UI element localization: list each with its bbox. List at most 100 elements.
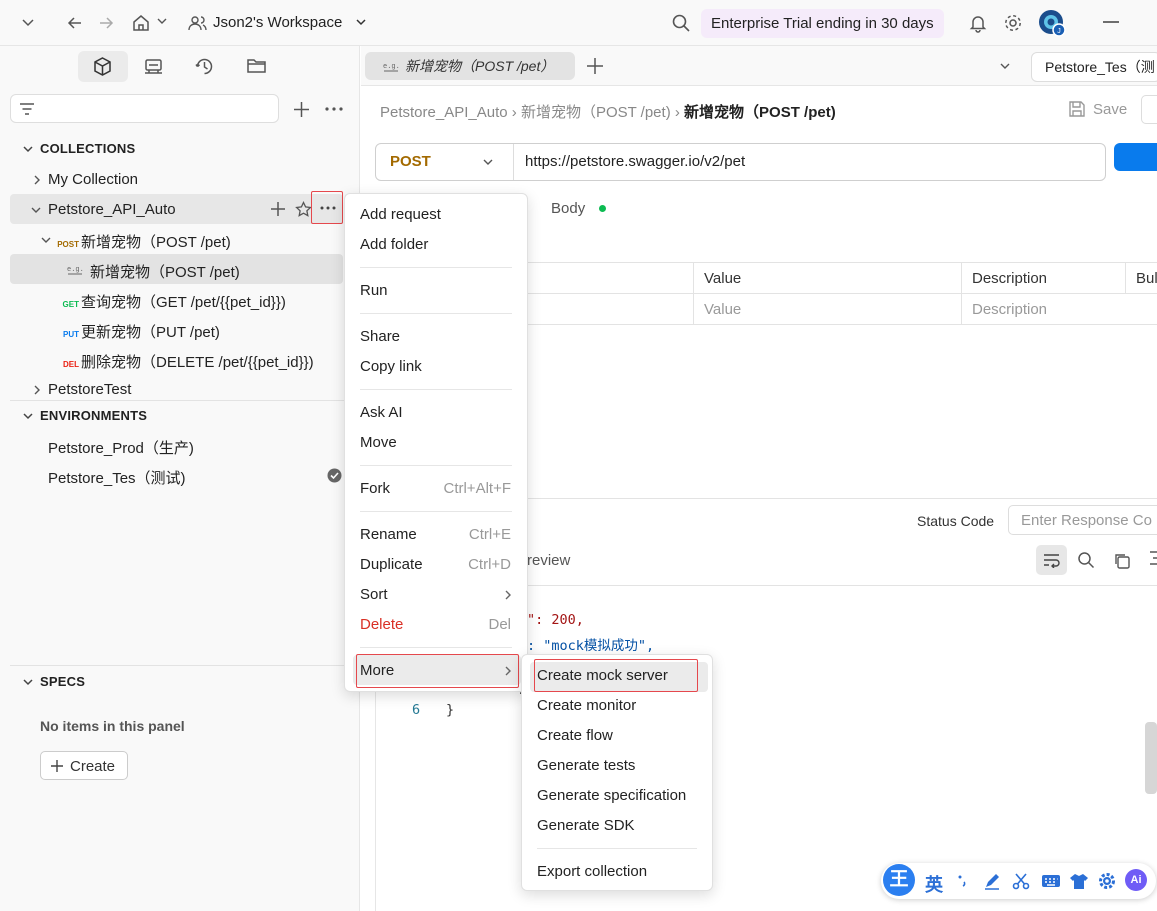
format-icon[interactable] — [1148, 549, 1157, 567]
bulk-edit-link[interactable]: Bul — [1136, 270, 1157, 287]
collections-header[interactable]: COLLECTIONS — [40, 141, 135, 156]
breadcrumb-current[interactable]: 新增宠物（POST /pet) — [684, 104, 836, 121]
menu-item-export-collection[interactable]: Export collection — [537, 863, 647, 880]
table-col-divider — [693, 262, 694, 324]
specs-header[interactable]: SPECS — [40, 674, 85, 689]
history-icon[interactable] — [194, 56, 215, 77]
environments-header[interactable]: ENVIRONMENTS — [40, 408, 147, 423]
add-icon[interactable] — [293, 101, 310, 118]
environment-selector[interactable]: Petstore_Tes（测 — [1031, 52, 1157, 82]
skin-icon[interactable] — [1069, 872, 1089, 890]
code-text: ": 200, — [527, 612, 584, 628]
chevron-right-icon[interactable] — [32, 384, 42, 396]
bell-icon[interactable] — [968, 13, 988, 33]
search-icon[interactable] — [671, 13, 691, 33]
workspace-name[interactable]: Json2's Workspace — [213, 14, 342, 31]
menu-item-sort[interactable]: Sort — [360, 586, 388, 603]
menu-item-add-request[interactable]: Add request — [360, 206, 441, 223]
method-select[interactable]: POST — [390, 153, 431, 170]
forward-arrow-icon[interactable] — [97, 14, 115, 32]
avatar[interactable]: J — [1038, 9, 1066, 37]
ime-logo[interactable]: 王 — [883, 864, 915, 896]
menu-item-generate-specification[interactable]: Generate specification — [537, 787, 686, 804]
save-button[interactable]: Save — [1093, 101, 1127, 118]
save-icon[interactable] — [1068, 100, 1086, 118]
chevron-right-icon[interactable] — [32, 174, 42, 186]
filter-input[interactable] — [10, 94, 279, 123]
value-input[interactable]: Value — [704, 301, 741, 318]
request-put[interactable]: PUT 更新宠物（PUT /pet) — [55, 321, 220, 342]
workspace-chevron-icon[interactable] — [355, 16, 367, 28]
pen-icon[interactable] — [983, 872, 1001, 890]
ime-language-toggle[interactable]: 英 — [925, 871, 943, 897]
breadcrumb-folder[interactable]: 新增宠物（POST /pet) — [521, 104, 671, 121]
breadcrumb-collection[interactable]: Petstore_API_Auto — [380, 104, 508, 121]
add-request-icon[interactable] — [270, 201, 286, 217]
menu-item-run[interactable]: Run — [360, 282, 388, 299]
scissors-icon[interactable] — [1012, 872, 1030, 890]
request-example-label[interactable]: 新增宠物（POST /pet) — [90, 261, 240, 282]
menu-item-move[interactable]: Move — [360, 434, 397, 451]
settings-icon[interactable] — [1098, 872, 1116, 890]
environments-chevron-icon[interactable] — [22, 410, 34, 422]
collection-petstoretest[interactable]: PetstoreTest — [48, 381, 131, 398]
menu-item-rename[interactable]: Rename — [360, 526, 417, 543]
description-input[interactable]: Description — [972, 301, 1047, 318]
menu-item-share[interactable]: Share — [360, 328, 400, 345]
status-code-input[interactable]: Enter Response Co — [1008, 505, 1157, 535]
request-label: 删除宠物（DELETE /pet/{{pet_id}}) — [81, 354, 314, 371]
back-arrow-icon[interactable] — [66, 14, 84, 32]
menu-item-create-monitor[interactable]: Create monitor — [537, 697, 636, 714]
method-chevron-icon[interactable] — [482, 156, 494, 168]
menu-item-add-folder[interactable]: Add folder — [360, 236, 428, 253]
share-button[interactable] — [1141, 95, 1157, 124]
send-button[interactable] — [1114, 143, 1157, 171]
folder-icon[interactable] — [246, 57, 267, 75]
tab-preview[interactable]: review — [527, 552, 570, 569]
folder-item[interactable]: POST 新增宠物（POST /pet) — [55, 231, 231, 252]
environments-icon[interactable] — [143, 57, 164, 77]
ime-ai-button[interactable]: Ai — [1125, 869, 1147, 891]
specs-chevron-icon[interactable] — [22, 676, 34, 688]
minimize-icon[interactable] — [1103, 21, 1119, 23]
menu-item-fork[interactable]: Fork — [360, 480, 390, 497]
menu-item-duplicate[interactable]: Duplicate — [360, 556, 423, 573]
more-icon[interactable] — [325, 107, 343, 111]
menu-item-generate-tests[interactable]: Generate tests — [537, 757, 635, 774]
scrollbar-thumb[interactable] — [1145, 722, 1157, 794]
star-icon[interactable] — [295, 201, 312, 218]
chevron-down-icon[interactable] — [20, 14, 36, 30]
home-icon[interactable] — [131, 13, 151, 33]
environment-test[interactable]: Petstore_Tes（测试) — [48, 467, 186, 488]
menu-item-generate-sdk[interactable]: Generate SDK — [537, 817, 635, 834]
menu-item-create-flow[interactable]: Create flow — [537, 727, 613, 744]
folder-chevron-icon[interactable] — [40, 234, 52, 246]
home-chevron-icon[interactable] — [156, 15, 168, 27]
get-method-badge: GET — [62, 300, 79, 309]
wrap-button[interactable] — [1036, 545, 1067, 575]
collections-chevron-icon[interactable] — [22, 143, 34, 155]
search-icon[interactable] — [1077, 551, 1095, 569]
menu-item-ask-ai[interactable]: Ask AI — [360, 404, 403, 421]
collection-my-collection[interactable]: My Collection — [48, 171, 138, 188]
new-tab-icon[interactable] — [586, 57, 604, 75]
punctuation-icon[interactable] — [956, 872, 970, 888]
copy-icon[interactable] — [1113, 552, 1131, 570]
menu-item-delete[interactable]: Delete — [360, 616, 403, 633]
menu-separator — [360, 389, 512, 390]
collection-more-icon[interactable] — [320, 206, 336, 210]
chevron-down-icon[interactable] — [30, 204, 42, 216]
request-del[interactable]: DEL 删除宠物（DELETE /pet/{{pet_id}}) — [55, 351, 314, 372]
request-get[interactable]: GET 查询宠物（GET /pet/{{pet_id}}) — [55, 291, 286, 312]
create-button[interactable]: Create — [40, 751, 128, 780]
collection-petstore-api-auto[interactable]: Petstore_API_Auto — [48, 201, 176, 218]
environment-prod[interactable]: Petstore_Prod（生产) — [48, 437, 194, 458]
collections-icon[interactable] — [92, 56, 113, 77]
tabs-dropdown-icon[interactable] — [999, 60, 1011, 72]
menu-item-copy-link[interactable]: Copy link — [360, 358, 422, 375]
keyboard-icon[interactable] — [1041, 873, 1061, 889]
tab-body[interactable]: Body — [551, 200, 585, 217]
gear-icon[interactable] — [1003, 13, 1023, 33]
url-input[interactable]: https://petstore.swagger.io/v2/pet — [525, 153, 745, 170]
trial-banner[interactable]: Enterprise Trial ending in 30 days — [701, 9, 944, 38]
